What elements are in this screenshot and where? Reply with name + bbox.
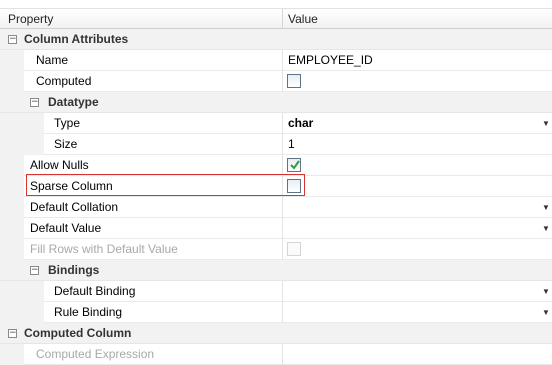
property-row-name[interactable]: Name EMPLOYEE_ID	[0, 50, 552, 71]
property-column-header[interactable]: Property	[8, 12, 53, 26]
property-row-type[interactable]: Type char ▼	[0, 113, 552, 134]
property-row-computed[interactable]: Computed	[0, 71, 552, 92]
row-label: Name	[36, 53, 69, 67]
property-row-sparse-column[interactable]: Sparse Column	[0, 176, 552, 197]
category-column-attributes[interactable]: − Column Attributes	[0, 29, 552, 50]
column-divider[interactable]	[282, 9, 283, 29]
row-label: Type	[54, 116, 81, 130]
fill-rows-checkbox	[287, 242, 301, 256]
collapse-icon[interactable]: −	[30, 98, 39, 107]
type-value[interactable]: char	[288, 116, 313, 130]
row-label: Computed	[36, 74, 92, 88]
property-row-default-value[interactable]: Default Value ▼	[0, 218, 552, 239]
category-datatype[interactable]: − Datatype	[0, 92, 552, 113]
checkmark-icon	[290, 160, 300, 170]
allow-nulls-checkbox[interactable]	[287, 158, 301, 172]
property-row-allow-nulls[interactable]: Allow Nulls	[0, 155, 552, 176]
row-label: Column Attributes	[24, 32, 129, 46]
size-value[interactable]: 1	[288, 137, 295, 151]
row-label: Sparse Column	[30, 179, 113, 193]
property-grid-header: Property Value	[0, 8, 552, 29]
sparse-column-checkbox[interactable]	[287, 179, 301, 193]
dropdown-arrow-icon[interactable]: ▼	[540, 306, 552, 319]
row-label: Datatype	[48, 95, 99, 109]
category-bindings[interactable]: − Bindings	[0, 260, 552, 281]
row-label: Default Binding	[54, 284, 136, 298]
collapse-icon[interactable]: −	[8, 35, 17, 44]
dropdown-arrow-icon[interactable]: ▼	[540, 201, 552, 214]
row-label: Size	[54, 137, 78, 151]
row-label: Allow Nulls	[30, 158, 89, 172]
property-row-default-binding[interactable]: Default Binding ▼	[0, 281, 552, 302]
row-label: Default Value	[30, 221, 102, 235]
row-label: Computed Expression	[36, 347, 155, 361]
row-label: Fill Rows with Default Value	[30, 242, 178, 256]
row-label: Default Collation	[30, 200, 119, 214]
computed-checkbox[interactable]	[287, 74, 301, 88]
property-row-size[interactable]: Size 1	[0, 134, 552, 155]
property-row-default-collation[interactable]: Default Collation ▼	[0, 197, 552, 218]
row-label: Computed Column	[24, 326, 132, 340]
name-value[interactable]: EMPLOYEE_ID	[288, 53, 373, 67]
collapse-icon[interactable]: −	[8, 329, 17, 338]
dropdown-arrow-icon[interactable]: ▼	[540, 222, 552, 235]
property-grid: Property Value − Column Attributes Name …	[0, 0, 552, 365]
dropdown-arrow-icon[interactable]: ▼	[540, 285, 552, 298]
collapse-icon[interactable]: −	[30, 266, 39, 275]
property-row-rule-binding[interactable]: Rule Binding ▼	[0, 302, 552, 323]
row-label: Bindings	[48, 263, 100, 277]
row-label: Rule Binding	[54, 305, 123, 319]
value-column-header[interactable]: Value	[288, 12, 318, 26]
category-computed-column[interactable]: − Computed Column	[0, 323, 552, 344]
dropdown-arrow-icon[interactable]: ▼	[540, 117, 552, 130]
property-row-fill-rows-default: Fill Rows with Default Value	[0, 239, 552, 260]
